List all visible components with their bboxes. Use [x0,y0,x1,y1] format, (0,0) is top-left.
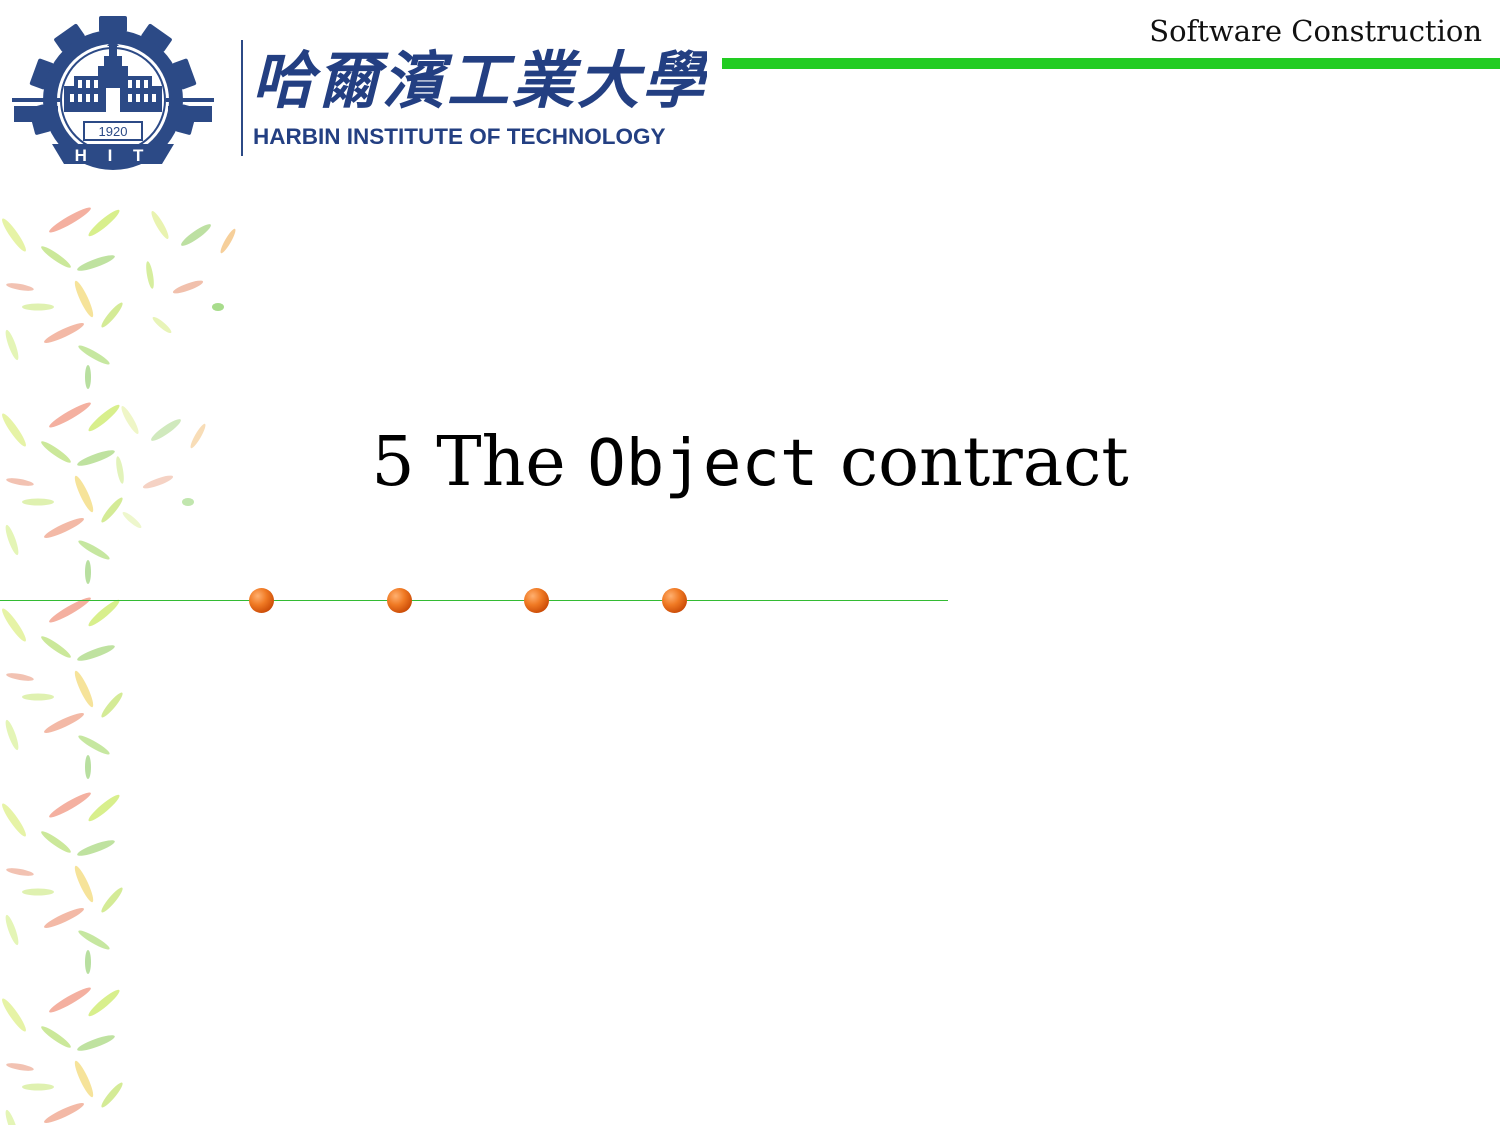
leaf-pattern-decoration [0,204,238,1125]
slide-title-code: Object [587,427,819,501]
logo-divider [241,40,243,156]
bullet-dot [249,588,274,613]
slide-title: 5 The Object contract [0,418,1500,509]
bullet-rule [0,600,948,601]
bullet-dot [387,588,412,613]
emblem-letters: H I T [75,146,152,165]
university-emblem-icon: 1920 H I T [12,16,214,170]
course-title: Software Construction [1149,14,1482,48]
institution-name-english: HARBIN INSTITUTE OF TECHNOLOGY [253,124,666,149]
slide-title-prefix: 5 The [371,423,566,502]
slide-title-suffix: contract [840,423,1129,502]
slide: 1920 H I T 哈爾濱工業大學 HARBIN INSTITUTE OF T… [0,0,1500,1125]
bullet-dot [524,588,549,613]
header-accent-rule [722,58,1500,69]
institution-name-chinese: 哈爾濱工業大學 [252,44,707,117]
emblem-year: 1920 [99,124,128,139]
bullet-dot [662,588,687,613]
